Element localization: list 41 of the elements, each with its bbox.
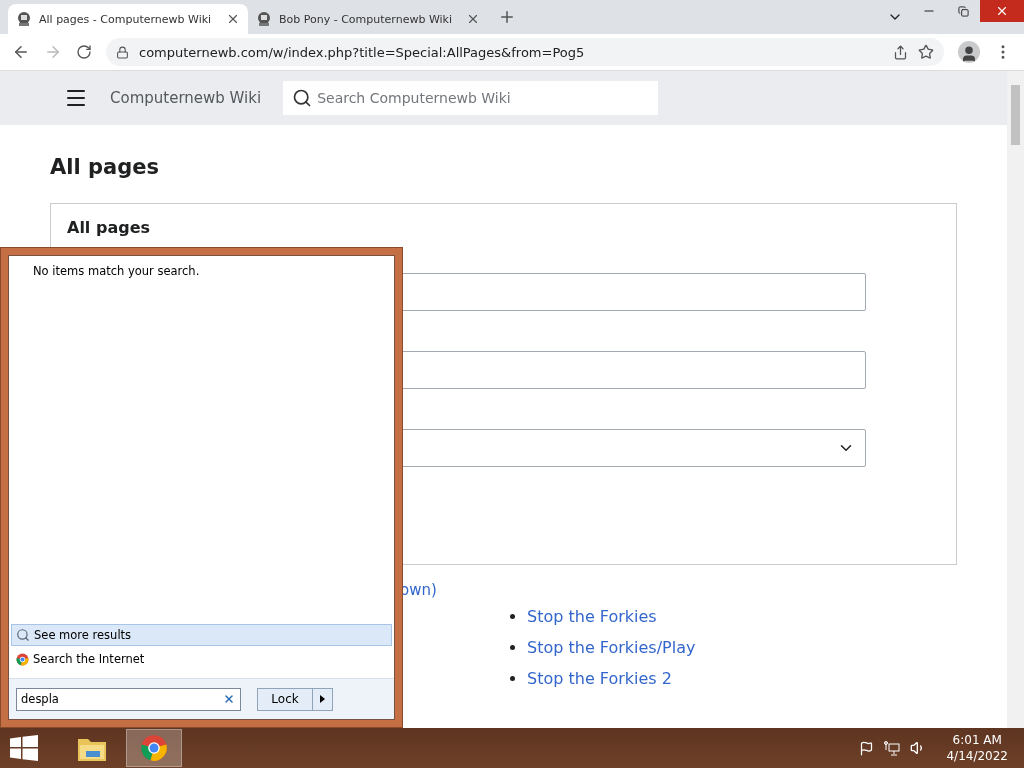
network-icon[interactable] (884, 740, 901, 756)
search-icon (16, 628, 30, 642)
chrome-logo-icon (16, 652, 29, 666)
bullet-icon (510, 676, 515, 681)
favicon-icon (16, 11, 32, 27)
search-box[interactable]: despla (16, 687, 241, 711)
page-link[interactable]: Stop the Forkies (527, 607, 657, 626)
browser-tab[interactable]: All pages - Computernewb Wiki (8, 4, 248, 34)
star-icon[interactable] (918, 44, 934, 60)
share-icon[interactable] (893, 44, 908, 60)
clear-icon[interactable] (223, 692, 235, 705)
favicon-icon (256, 11, 272, 27)
flag-icon[interactable] (859, 740, 875, 756)
form-title: All pages (67, 218, 151, 237)
page-link[interactable]: Stop the Forkies/Play (527, 638, 696, 657)
power-options-button[interactable] (313, 687, 333, 711)
back-icon[interactable] (12, 43, 30, 61)
start-button-icon[interactable] (10, 735, 38, 761)
bullet-icon (510, 614, 515, 619)
page-link[interactable]: Stop the Forkies 2 (527, 669, 672, 688)
close-icon[interactable] (226, 12, 240, 26)
search-option[interactable]: Search the Internet (11, 648, 392, 670)
reload-icon[interactable] (76, 44, 92, 60)
search-icon (292, 88, 313, 108)
scrollbar[interactable] (1007, 71, 1024, 728)
close-icon[interactable] (466, 12, 480, 26)
bullet-icon (510, 645, 515, 650)
triangle-icon (320, 695, 325, 703)
search-option[interactable]: See more results (11, 624, 392, 646)
lock-icon (116, 45, 129, 59)
chrome-logo-icon (140, 734, 168, 762)
site-name[interactable]: Computernewb Wiki (110, 89, 262, 107)
browser-tab[interactable]: Bob Pony - Computernewb Wiki (248, 4, 488, 34)
search-field[interactable]: Search Computernewb Wiki (283, 81, 659, 115)
page-heading: All pages (50, 155, 160, 179)
lock-button[interactable]: Lock (257, 687, 313, 711)
address-bar[interactable]: computernewb.com/w/index.php?title=Special:AllPages&from=Pog5 (106, 38, 944, 66)
new-tab-icon[interactable] (498, 8, 516, 26)
profile-icon[interactable] (958, 41, 980, 63)
clock[interactable]: 6:01 AM 4/14/2022 (946, 732, 1008, 764)
no-results-message: No items match your search. (33, 264, 201, 278)
